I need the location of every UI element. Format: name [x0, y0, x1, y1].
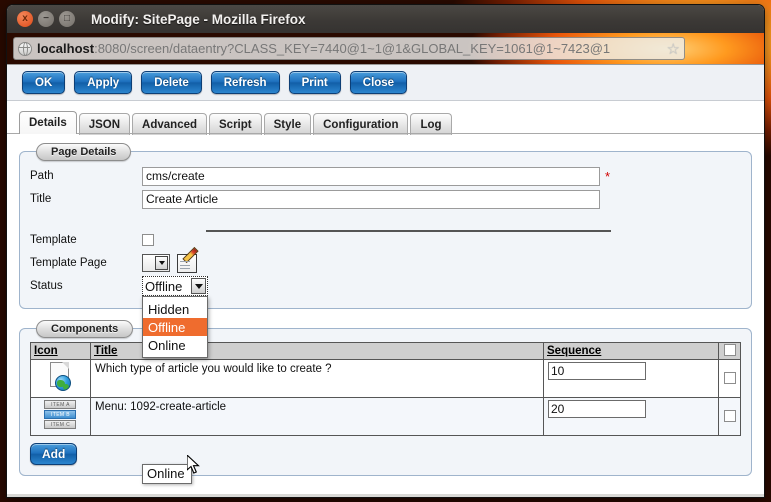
form-body: Page Details Path * Title Template — [15, 134, 756, 474]
status-select-wrapper: Offline Hidden Offline Online — [142, 276, 208, 296]
window-title: Modify: SitePage - Mozilla Firefox — [91, 12, 306, 27]
section-divider — [206, 230, 611, 232]
row-sequence-cell — [544, 360, 719, 398]
url-host-text: localhost — [37, 41, 94, 56]
sequence-input[interactable] — [548, 400, 646, 418]
components-table: Icon Title Sequence — [30, 342, 741, 436]
status-option-hidden[interactable]: Hidden — [143, 300, 207, 318]
column-header-icon-label: Icon — [34, 345, 58, 357]
row-checkbox[interactable] — [724, 410, 736, 422]
table-row: Which type of article you would like to … — [31, 360, 741, 398]
tab-style[interactable]: Style — [264, 113, 312, 135]
path-label: Path — [30, 170, 142, 182]
edit-pencil-icon[interactable] — [177, 254, 197, 273]
table-row: ITEM A ITEM B ITEM C Menu: 1092-create-a… — [31, 398, 741, 436]
url-bar[interactable]: localhost :8080/screen/dataentry?CLASS_K… — [13, 37, 685, 60]
firefox-window: x − □ Modify: SitePage - Mozilla Firefox… — [7, 5, 764, 497]
page-globe-icon — [48, 362, 74, 392]
browser-navbar: localhost :8080/screen/dataentry?CLASS_K… — [7, 33, 764, 64]
bookmark-star-icon[interactable]: ☆ — [667, 42, 680, 57]
column-header-icon[interactable]: Icon — [31, 343, 91, 360]
status-select[interactable]: Offline — [142, 276, 208, 296]
page-details-fieldset: Page Details Path * Title Template — [19, 142, 752, 309]
path-row: Path * — [30, 165, 741, 187]
menu-icon-item-a: ITEM A — [44, 400, 76, 409]
table-header-row: Icon Title Sequence — [31, 343, 741, 360]
tab-script[interactable]: Script — [209, 113, 262, 135]
column-header-select-all — [719, 343, 741, 360]
components-legend-label: Components — [36, 320, 133, 338]
window-close-button[interactable]: x — [17, 11, 33, 27]
sequence-input[interactable] — [548, 362, 646, 380]
tab-advanced[interactable]: Advanced — [132, 113, 207, 135]
tab-strip: Details JSON Advanced Script Style Confi… — [19, 110, 764, 134]
path-input[interactable] — [142, 167, 600, 186]
components-fieldset: Components Icon Title Sequence — [19, 319, 752, 476]
status-label: Status — [30, 280, 142, 292]
row-select-cell — [719, 398, 741, 436]
page-details-legend-label: Page Details — [36, 143, 131, 161]
url-path-text: :8080/screen/dataentry?CLASS_KEY=7440@1~… — [94, 41, 610, 56]
window-minimize-button[interactable]: − — [38, 11, 54, 27]
row-checkbox[interactable] — [724, 372, 736, 384]
title-row: Title — [30, 188, 741, 210]
refresh-button[interactable]: Refresh — [211, 71, 280, 94]
column-header-sequence-label: Sequence — [547, 345, 601, 357]
form-action-toolbar: OK Apply Delete Refresh Print Close — [7, 65, 764, 101]
tab-json[interactable]: JSON — [79, 113, 130, 135]
tab-log[interactable]: Log — [410, 113, 451, 135]
row-icon-cell: ITEM A ITEM B ITEM C — [31, 398, 91, 436]
globe-icon — [18, 42, 32, 56]
status-option-offline[interactable]: Offline — [143, 318, 207, 336]
template-checkbox[interactable] — [142, 234, 154, 246]
delete-button[interactable]: Delete — [141, 71, 202, 94]
ok-button[interactable]: OK — [22, 71, 65, 94]
path-required-marker: * — [605, 170, 610, 183]
template-page-row: Template Page — [30, 252, 741, 274]
tab-details[interactable]: Details — [19, 111, 77, 134]
window-controls: x − □ — [17, 11, 75, 27]
window-maximize-button[interactable]: □ — [59, 11, 75, 27]
row-title-cell[interactable]: Menu: 1092-create-article — [91, 398, 544, 436]
row-sequence-cell — [544, 398, 719, 436]
add-button-row: Add — [30, 436, 741, 465]
row-icon-cell — [31, 360, 91, 398]
menu-icon-item-c: ITEM C — [44, 420, 76, 429]
status-dropdown-menu: Hidden Offline Online — [142, 296, 208, 358]
components-legend: Components — [36, 319, 133, 338]
page-details-legend: Page Details — [36, 142, 131, 161]
title-input[interactable] — [142, 190, 600, 209]
apply-button[interactable]: Apply — [74, 71, 132, 94]
print-button[interactable]: Print — [289, 71, 341, 94]
column-header-sequence[interactable]: Sequence — [544, 343, 719, 360]
chevron-down-icon — [191, 278, 206, 294]
web-page-content: OK Apply Delete Refresh Print Close Deta… — [7, 64, 764, 494]
column-header-title-label: Title — [94, 345, 117, 357]
title-label: Title — [30, 193, 142, 205]
status-row: Status Offline Hidden Offline Online — [30, 275, 741, 297]
chevron-down-icon — [155, 256, 168, 270]
select-all-checkbox[interactable] — [724, 344, 736, 356]
template-row: Template — [30, 229, 741, 251]
template-label: Template — [30, 234, 142, 246]
template-page-select[interactable] — [142, 254, 170, 272]
menu-list-icon: ITEM A ITEM B ITEM C — [44, 400, 78, 432]
status-selected-value: Offline — [145, 279, 182, 294]
template-page-label: Template Page — [30, 257, 142, 269]
row-select-cell — [719, 360, 741, 398]
tab-configuration[interactable]: Configuration — [313, 113, 408, 135]
menu-icon-item-b: ITEM B — [44, 410, 76, 419]
window-titlebar: x − □ Modify: SitePage - Mozilla Firefox — [7, 5, 764, 33]
status-option-online[interactable]: Online — [143, 336, 207, 354]
row-title-cell[interactable]: Which type of article you would like to … — [91, 360, 544, 398]
online-tooltip: Online — [142, 464, 192, 484]
close-button[interactable]: Close — [350, 71, 407, 94]
add-button[interactable]: Add — [30, 443, 77, 465]
